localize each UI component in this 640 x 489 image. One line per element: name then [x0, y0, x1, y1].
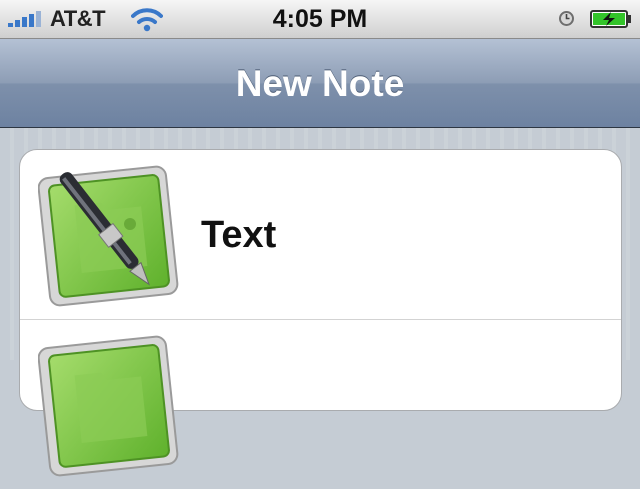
list-item-text-note[interactable]: Text — [20, 150, 621, 320]
status-time: 4:05 PM — [272, 5, 368, 33]
item-label-text: Text — [201, 214, 277, 256]
note-icon — [38, 335, 179, 477]
list-item-note[interactable] — [20, 320, 621, 489]
status-bar: AT&T 4:05 PM — [0, 0, 640, 39]
note-type-list: Text — [19, 149, 622, 477]
navigation-bar: New Note — [0, 39, 640, 128]
clock-icon — [559, 11, 574, 26]
menu-area: Text — [0, 128, 640, 477]
battery-charging-icon — [590, 10, 631, 28]
page-title: New Note — [235, 63, 405, 104]
text-note-icon — [38, 165, 179, 307]
